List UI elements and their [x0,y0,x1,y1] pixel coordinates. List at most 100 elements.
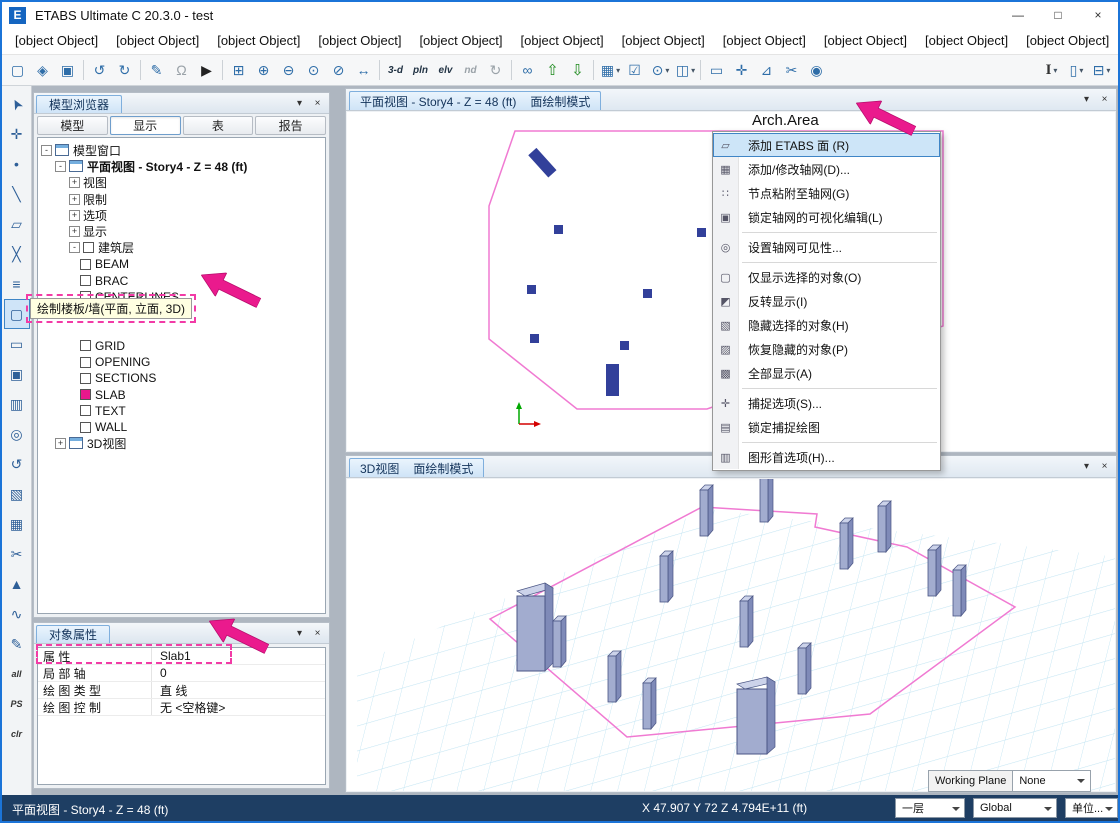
panel-dropdown-icon[interactable]: ▾ [292,96,307,111]
view-close-icon[interactable]: × [1097,92,1112,107]
menu-item[interactable]: [object Object] [1017,28,1118,54]
new-model-icon[interactable]: ▢ [6,58,31,82]
property-row[interactable]: 局 部 轴 0 [38,665,325,682]
property-value[interactable]: 0 [152,666,167,680]
maximize-button[interactable]: □ [1038,2,1078,28]
grid-options-icon[interactable]: ▦▾ [598,58,623,82]
tree-item[interactable]: BRAC [38,272,325,288]
joint-assign-icon[interactable]: ◉ [805,58,830,82]
snap-point-icon[interactable]: ✛ [730,58,755,82]
menu-grid-visibility[interactable]: ◎ 设置轴网可见性... [713,235,940,259]
tree-checkbox[interactable] [83,242,94,253]
menu-invert-display[interactable]: ◩ 反转显示(I) [713,289,940,313]
region-tool-icon[interactable]: ▧ [4,479,30,509]
menu-show-all[interactable]: ▩ 全部显示(A) [713,361,940,385]
tree-expander-icon[interactable]: + [69,194,80,205]
draw-rect-floor-icon[interactable]: ▭ [4,329,30,359]
view-cube-icon[interactable]: ◫▾ [673,58,698,82]
wall-section-icon[interactable]: ▯▾ [1064,58,1089,82]
panel-close-icon[interactable]: × [310,96,325,111]
tree-expander-icon[interactable]: + [69,226,80,237]
property-value[interactable]: Slab1 [152,649,191,663]
tree-item[interactable]: + 限制 [38,191,325,207]
section-cut-tool-icon[interactable]: ✂ [4,539,30,569]
clear-display-tool-icon[interactable]: clr [4,719,30,749]
tree-item[interactable]: - 建筑层 [38,240,325,256]
draw-joint-icon[interactable]: • [4,149,30,179]
menu-item[interactable]: [object Object] [815,28,916,54]
deck-section-icon[interactable]: ⊟▾ [1089,58,1114,82]
menu-show-selected-only[interactable]: ▢ 仅显示选择的对象(O) [713,265,940,289]
view-dropdown-icon[interactable]: ▾ [1079,92,1094,107]
lock-model-icon[interactable]: Ω [170,58,195,82]
wall-3d[interactable] [737,677,775,754]
tree-expander-icon[interactable]: - [41,145,52,156]
model-browser-tab[interactable]: 模型 [37,116,108,135]
quick-draw-floor-icon[interactable]: ▣ [4,359,30,389]
tree-item[interactable]: SECTIONS [38,370,325,386]
menu-item[interactable]: [object Object] [714,28,815,54]
tree-checkbox[interactable] [80,389,91,400]
zoom-window-icon[interactable]: ⊞ [227,58,252,82]
tree-item[interactable]: - 模型窗口 [38,142,325,158]
draw-frame-icon[interactable]: ╲ [4,179,30,209]
model-browser-tab[interactable]: 报告 [255,116,326,135]
tree-item[interactable]: BEAM [38,256,325,272]
tree-item[interactable]: CENTERLINES [38,289,325,305]
pin-tool-icon[interactable]: ▲ [4,569,30,599]
tree-checkbox[interactable] [80,422,91,433]
tree-checkbox[interactable] [80,373,91,384]
menu-hide-selected[interactable]: ▧ 隐藏选择的对象(H) [713,313,940,337]
tree-checkbox[interactable] [80,340,91,351]
zoom-previous-icon[interactable]: ⊘ [327,58,352,82]
tree-checkbox[interactable] [80,259,91,270]
view-elevation-icon[interactable]: elv [434,58,459,82]
units-select[interactable]: 单位... [1065,798,1118,818]
view-plan-icon[interactable]: pln [409,58,434,82]
i-beam-section-icon[interactable]: I▾ [1039,58,1064,82]
tree-item[interactable]: - 平面视图 - Story4 - Z = 48 (ft) [38,158,325,174]
tree-expander-icon[interactable]: + [55,438,66,449]
menu-item[interactable]: [object Object] [107,28,208,54]
tree-item[interactable]: TEXT [38,403,325,419]
show-all-tool-icon[interactable]: all [4,659,30,689]
draw-opening-icon[interactable]: ◎ [4,419,30,449]
ps-tool-icon[interactable]: PS [4,689,30,719]
view-close-icon[interactable]: × [1097,459,1112,474]
run-analysis-icon[interactable]: ▶ [195,58,220,82]
plan-view-tab[interactable]: 平面视图 - Story4 - Z = 48 (ft) 面绘制模式 [349,91,601,110]
property-row[interactable]: 绘 图 类 型 直 线 [38,682,325,699]
display-check-icon[interactable]: ☑ [623,58,648,82]
tree-checkbox[interactable] [80,405,91,416]
open-model-icon[interactable]: ◈ [31,58,56,82]
view-dropdown-icon[interactable]: ▾ [1079,459,1094,474]
perspective-glasses-icon[interactable]: ∞ [516,58,541,82]
coordinate-system-select[interactable]: Global [973,798,1057,818]
draw-secondary-beams-icon[interactable]: ≡ [4,269,30,299]
menu-restore-hidden[interactable]: ▨ 恢复隐藏的对象(P) [713,337,940,361]
select-pointer-icon[interactable]: ➤ [4,89,30,119]
zoom-full-icon[interactable]: ⊙ [302,58,327,82]
menu-snap-node-to-grid[interactable]: ∷ 节点粘附至轴网(G) [713,181,940,205]
view-named-display-icon[interactable]: nd [459,58,484,82]
tree-item[interactable]: OPENING [38,354,325,370]
property-row[interactable]: 绘 图 控 制 无 <空格键> [38,699,325,716]
undo-icon[interactable]: ↺ [88,58,113,82]
model-tree[interactable]: - 模型窗口 - 平面视图 - Story4 - Z = 48 (ft) + [37,137,326,614]
property-value[interactable]: 无 <空格键> [152,699,225,716]
draw-floor-wall-icon[interactable]: ▢ [4,299,30,329]
tree-item[interactable]: + 视图 [38,175,325,191]
tree-item[interactable]: + 3D视图 [38,435,325,451]
draw-rect-icon[interactable]: ▭ [705,58,730,82]
draw-wall-icon[interactable]: ▥ [4,389,30,419]
save-model-icon[interactable]: ▣ [56,58,81,82]
menu-lock-snap-draw[interactable]: ▤ 锁定捕捉绘图 [713,415,940,439]
zoom-out-icon[interactable]: ⊖ [277,58,302,82]
menu-item[interactable]: [object Object] [208,28,309,54]
quick-draw-braces-icon[interactable]: ╳ [4,239,30,269]
tree-expander-icon[interactable]: + [69,177,80,188]
menu-item[interactable]: [object Object] [613,28,714,54]
property-value[interactable]: 直 线 [152,682,187,699]
menu-item[interactable]: [object Object] [512,28,613,54]
wall-3d[interactable] [517,583,553,671]
